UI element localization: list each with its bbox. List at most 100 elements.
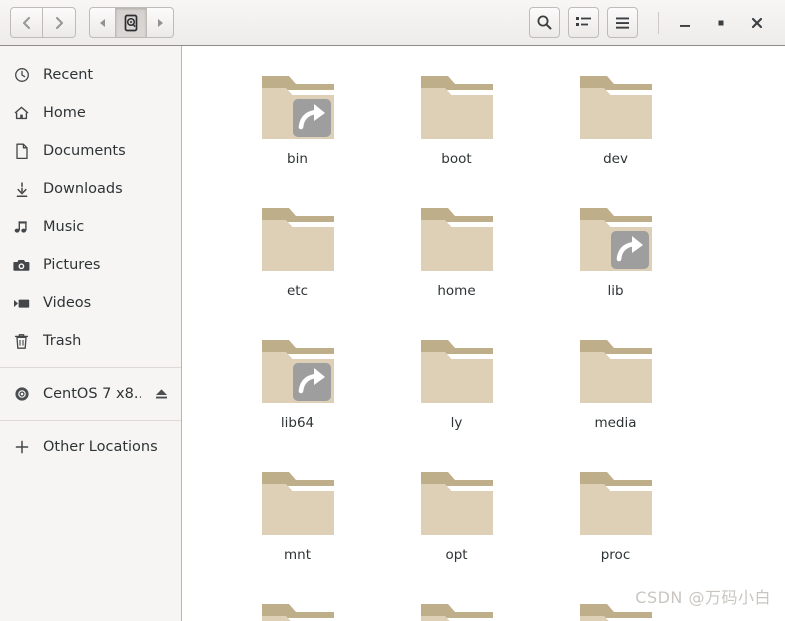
sidebar-device-label: CentOS 7 x8… xyxy=(43,386,141,402)
clock-icon xyxy=(13,67,30,83)
chevron-right-icon xyxy=(55,16,64,29)
maximize-button[interactable] xyxy=(703,5,739,41)
back-button[interactable] xyxy=(10,7,43,38)
header-bar xyxy=(0,0,785,46)
file-name-label: lib xyxy=(607,283,624,299)
eject-icon[interactable] xyxy=(154,387,169,401)
maximize-icon xyxy=(718,20,724,25)
plus-icon xyxy=(13,439,30,455)
list-view-icon xyxy=(576,17,591,26)
view-list-button[interactable] xyxy=(568,7,599,38)
header-separator xyxy=(658,11,659,34)
sidebar-divider-1 xyxy=(0,367,181,368)
file-item[interactable] xyxy=(218,588,377,621)
file-name-label: opt xyxy=(445,547,468,563)
folder-icon xyxy=(574,462,658,542)
header-right-group xyxy=(529,5,775,41)
file-name-label: lib64 xyxy=(280,415,315,431)
file-name-label: boot xyxy=(441,151,472,167)
close-button[interactable] xyxy=(739,5,775,41)
file-manager-window: Recent Home Documents Downloads Music Pi… xyxy=(0,0,785,621)
sidebar-item-other-locations[interactable]: Other Locations xyxy=(0,428,181,466)
path-previous-button[interactable] xyxy=(89,7,116,38)
triangle-left-icon xyxy=(99,18,105,27)
file-item[interactable]: dev xyxy=(536,60,695,192)
file-name-label: ly xyxy=(450,415,463,431)
folder-icon xyxy=(574,198,658,278)
file-item[interactable]: bin xyxy=(218,60,377,192)
file-item[interactable]: media xyxy=(536,324,695,456)
file-item[interactable]: proc xyxy=(536,456,695,588)
symlink-emblem-icon xyxy=(292,98,332,138)
minimize-icon xyxy=(680,24,690,27)
folder-icon xyxy=(574,330,658,410)
file-item[interactable] xyxy=(536,588,695,621)
folder-icon xyxy=(415,330,499,410)
sidebar-item-label: Downloads xyxy=(43,181,123,197)
nav-button-group xyxy=(10,7,76,38)
file-name-label: dev xyxy=(603,151,628,167)
file-grid-view[interactable]: bin boot dev etc home lib lib64 ly media mnt opt pr… xyxy=(182,46,785,621)
folder-icon xyxy=(256,66,340,146)
folder-icon xyxy=(574,594,658,621)
video-icon xyxy=(13,297,30,310)
sidebar-item-pictures[interactable]: Pictures xyxy=(0,246,181,284)
minimize-button[interactable] xyxy=(667,5,703,41)
symlink-emblem-icon xyxy=(610,230,650,270)
file-name-label: home xyxy=(437,283,476,299)
sidebar-item-recent[interactable]: Recent xyxy=(0,56,181,94)
file-name-label: bin xyxy=(287,151,308,167)
path-button-root-device[interactable] xyxy=(116,7,147,38)
sidebar-item-device-centos[interactable]: CentOS 7 x8… xyxy=(0,375,181,413)
file-item[interactable]: lib xyxy=(536,192,695,324)
music-note-icon xyxy=(13,219,30,235)
symlink-emblem-icon xyxy=(292,362,332,402)
folder-icon xyxy=(256,330,340,410)
sidebar-item-label: Trash xyxy=(43,333,82,349)
search-button[interactable] xyxy=(529,7,560,38)
sidebar-item-label: Home xyxy=(43,105,86,121)
sidebar-item-music[interactable]: Music xyxy=(0,208,181,246)
sidebar-item-downloads[interactable]: Downloads xyxy=(0,170,181,208)
sidebar-item-documents[interactable]: Documents xyxy=(0,132,181,170)
forward-button[interactable] xyxy=(43,7,76,38)
path-next-button[interactable] xyxy=(147,7,174,38)
file-name-label: proc xyxy=(600,547,631,563)
main-menu-button[interactable] xyxy=(607,7,638,38)
folder-icon xyxy=(256,198,340,278)
sidebar: Recent Home Documents Downloads Music Pi… xyxy=(0,46,182,621)
document-icon xyxy=(13,143,30,160)
sidebar-item-label: Recent xyxy=(43,67,94,83)
file-item[interactable]: opt xyxy=(377,456,536,588)
file-name-label: mnt xyxy=(284,547,311,563)
folder-icon xyxy=(415,462,499,542)
file-name-label: etc xyxy=(286,283,309,299)
close-icon xyxy=(751,17,763,28)
folder-icon xyxy=(415,594,499,621)
search-icon xyxy=(537,15,552,30)
file-grid: bin boot dev etc home lib lib64 ly media mnt opt pr… xyxy=(182,60,785,621)
sidebar-item-label: Music xyxy=(43,219,85,235)
path-bar xyxy=(89,7,174,38)
file-item[interactable] xyxy=(377,588,536,621)
sidebar-item-trash[interactable]: Trash xyxy=(0,322,181,360)
download-icon xyxy=(13,181,30,198)
file-item[interactable]: etc xyxy=(218,192,377,324)
file-item[interactable]: lib64 xyxy=(218,324,377,456)
sidebar-divider-2 xyxy=(0,420,181,421)
file-item[interactable]: ly xyxy=(377,324,536,456)
file-item[interactable]: home xyxy=(377,192,536,324)
sidebar-item-home[interactable]: Home xyxy=(0,94,181,132)
file-name-label: media xyxy=(594,415,637,431)
sidebar-item-label: Documents xyxy=(43,143,126,159)
folder-icon xyxy=(574,66,658,146)
sidebar-item-videos[interactable]: Videos xyxy=(0,284,181,322)
file-item[interactable]: mnt xyxy=(218,456,377,588)
disc-icon xyxy=(13,386,30,402)
home-icon xyxy=(13,105,30,121)
file-item[interactable]: boot xyxy=(377,60,536,192)
sidebar-item-label: Pictures xyxy=(43,257,101,273)
folder-icon xyxy=(256,462,340,542)
folder-icon xyxy=(415,198,499,278)
sidebar-other-label: Other Locations xyxy=(43,439,158,455)
